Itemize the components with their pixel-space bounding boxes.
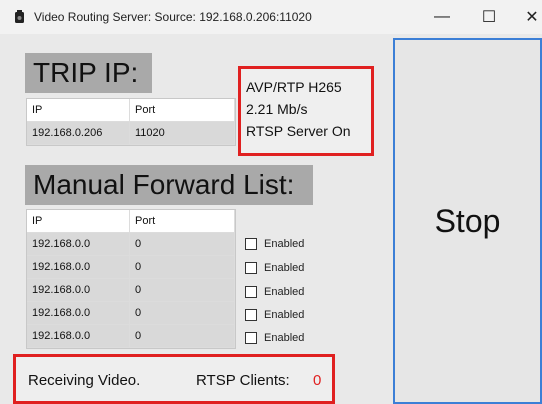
port-cell[interactable]: 11020	[130, 122, 235, 145]
table-row[interactable]: 192.168.0.0 0	[27, 279, 235, 302]
table-row[interactable]: 192.168.0.206 11020	[27, 122, 235, 145]
stop-button[interactable]: Stop	[393, 38, 542, 404]
minimize-button[interactable]: —	[422, 4, 462, 30]
receiving-status: Receiving Video.	[28, 372, 141, 389]
rtsp-clients-label: RTSP Clients:	[196, 372, 290, 389]
grid-header-row: IP Port	[27, 210, 235, 233]
status-bar: Receiving Video. RTSP Clients: 0	[13, 354, 335, 404]
port-cell[interactable]: 0	[130, 302, 235, 325]
table-row[interactable]: 192.168.0.0 0	[27, 233, 235, 256]
manual-forward-grid[interactable]: IP Port 192.168.0.0 0 192.168.0.0 0 192.…	[26, 209, 236, 349]
ip-cell[interactable]: 192.168.0.0	[27, 233, 130, 256]
close-button[interactable]: ✕	[512, 4, 542, 30]
table-row[interactable]: 192.168.0.0 0	[27, 325, 235, 348]
maximize-button[interactable]: ☐	[469, 4, 509, 30]
checkbox-label: Enabled	[264, 238, 305, 250]
trip-ip-grid[interactable]: IP Port 192.168.0.206 11020	[26, 98, 236, 146]
port-cell[interactable]: 0	[130, 256, 235, 279]
codec-label: AVP/RTP H265	[246, 79, 342, 95]
checkbox-label: Enabled	[264, 286, 305, 298]
column-header-ip[interactable]: IP	[27, 210, 130, 233]
ip-cell[interactable]: 192.168.0.0	[27, 302, 130, 325]
checkbox-box[interactable]	[245, 238, 257, 250]
port-cell[interactable]: 0	[130, 325, 235, 348]
window-title: Video Routing Server: Source: 192.168.0.…	[34, 10, 312, 24]
ip-cell[interactable]: 192.168.0.0	[27, 279, 130, 302]
bitrate-label: 2.21 Mb/s	[246, 101, 308, 117]
title-bar: Video Routing Server: Source: 192.168.0.…	[0, 0, 542, 34]
port-cell[interactable]: 0	[130, 279, 235, 302]
enabled-checkbox-3[interactable]: Enabled	[245, 286, 304, 298]
enabled-checkbox-2[interactable]: Enabled	[245, 262, 304, 274]
ip-cell[interactable]: 192.168.0.0	[27, 325, 130, 348]
checkbox-box[interactable]	[245, 286, 257, 298]
table-row[interactable]: 192.168.0.0 0	[27, 256, 235, 279]
checkbox-label: Enabled	[264, 309, 305, 321]
enabled-checkbox-5[interactable]: Enabled	[245, 332, 304, 344]
ip-cell[interactable]: 192.168.0.0	[27, 256, 130, 279]
checkbox-box[interactable]	[245, 332, 257, 344]
column-header-port[interactable]: Port	[130, 210, 235, 233]
column-header-port[interactable]: Port	[130, 99, 235, 122]
ip-cell[interactable]: 192.168.0.206	[27, 122, 130, 145]
column-header-ip[interactable]: IP	[27, 99, 130, 122]
rtsp-clients-count: 0	[313, 372, 322, 389]
enabled-checkbox-4[interactable]: Enabled	[245, 309, 304, 321]
manual-forward-header: Manual Forward List:	[25, 165, 313, 205]
checkbox-label: Enabled	[264, 262, 305, 274]
table-row[interactable]: 192.168.0.0 0	[27, 302, 235, 325]
port-cell[interactable]: 0	[130, 233, 235, 256]
grid-header-row: IP Port	[27, 99, 235, 122]
checkbox-box[interactable]	[245, 262, 257, 274]
enabled-checkbox-1[interactable]: Enabled	[245, 238, 304, 250]
rtsp-status-label: RTSP Server On	[246, 123, 351, 139]
checkbox-box[interactable]	[245, 309, 257, 321]
checkbox-label: Enabled	[264, 332, 305, 344]
trip-ip-header: TRIP IP:	[25, 53, 152, 93]
app-icon	[15, 10, 24, 23]
stream-info-box: AVP/RTP H265 2.21 Mb/s RTSP Server On	[238, 66, 374, 156]
